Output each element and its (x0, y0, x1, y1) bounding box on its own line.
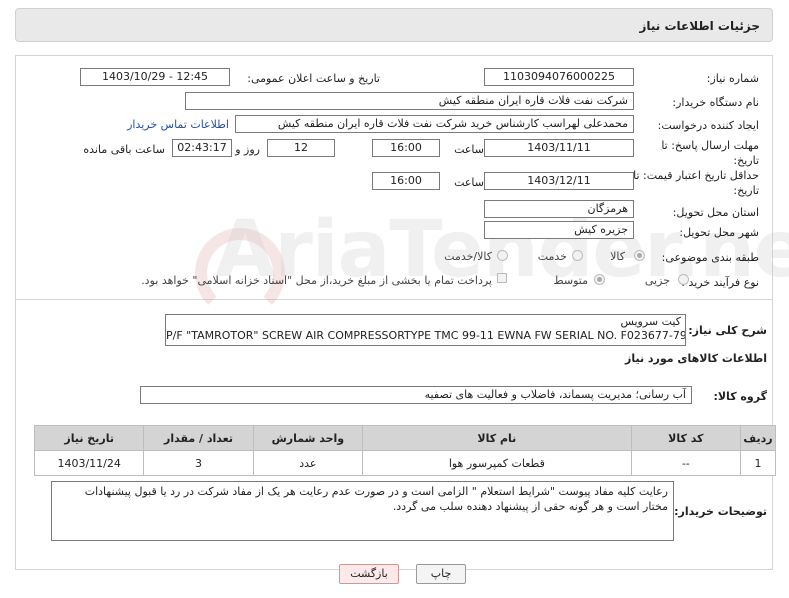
treasury-checkbox[interactable] (497, 273, 507, 283)
print-button[interactable]: چاپ (416, 564, 466, 584)
validity-date-field: 1403/12/11 (484, 172, 634, 190)
remaining-time-field: 02:43:17 (172, 139, 232, 157)
category-goods-radio[interactable] (634, 250, 645, 261)
row-index: 1 (739, 450, 777, 476)
creator-field: محمدعلی لهراسب کارشناس خرید شرکت نفت فلا… (235, 115, 634, 133)
summary-field: کیت سرویس P/F "TAMROTOR" SCREW AIR COMPR… (165, 314, 686, 346)
row-name: قطعات کمپرسور هوا (362, 450, 632, 476)
header-bar: جزئیات اطلاعات نیاز (15, 8, 773, 42)
days-field: 12 (267, 139, 335, 157)
validity-label: حداقل تاریخ اعتبار قیمت: تا تاریخ: (633, 169, 759, 197)
province-field: هرمزگان (484, 200, 634, 218)
deadline-date-field: 1403/11/11 (484, 139, 634, 157)
row-unit: عدد (252, 450, 364, 476)
category-goods-label: کالا (610, 250, 625, 263)
remaining-label: ساعت باقی مانده (83, 143, 165, 156)
row-qty: 3 (143, 450, 254, 476)
buyer-notes-label: توضیحات خریدار: (674, 505, 767, 518)
summary-line-1: کیت سرویس (620, 315, 681, 328)
page-title: جزئیات اطلاعات نیاز (639, 19, 760, 33)
deadline-time-field: 16:00 (372, 139, 440, 157)
province-label: استان محل تحویل: (672, 206, 759, 219)
col-code: کد کالا (630, 425, 741, 451)
summary-line-2: P/F "TAMROTOR" SCREW AIR COMPRESSORTYPE … (166, 329, 686, 342)
need-number-field: 1103094076000225 (484, 68, 634, 86)
announce-label: تاریخ و ساعت اعلان عمومی: (247, 72, 380, 85)
city-field: جزیره کیش (484, 221, 634, 239)
buyer-field: شرکت نفت فلات قاره ایران منطقه کیش (185, 92, 634, 110)
days-label: روز و (235, 143, 260, 156)
buyer-label: نام دستگاه خریدار: (672, 96, 759, 109)
validity-time-label: ساعت (454, 176, 484, 189)
col-name: نام کالا (362, 425, 632, 451)
process-minor-label: جزیی (644, 274, 670, 287)
back-button[interactable]: بازگشت (339, 564, 399, 584)
deadline-label: مهلت ارسال پاسخ: تا تاریخ: (661, 139, 759, 167)
process-minor-radio[interactable] (678, 274, 689, 285)
category-label: طبقه بندی موضوعی: (661, 251, 759, 264)
city-label: شهر محل تحویل: (679, 226, 759, 239)
process-medium-radio[interactable] (594, 274, 605, 285)
goods-group-field: آب رسانی؛ مدیریت پسماند، فاضلاب و فعالیت… (140, 386, 692, 404)
category-service-radio[interactable] (572, 250, 583, 261)
row-date: 1403/11/24 (33, 450, 145, 476)
col-qty: تعداد / مقدار (143, 425, 254, 451)
row-code: -- (630, 450, 741, 476)
category-both-label: کالا/خدمت (444, 250, 492, 263)
contact-buyer-link[interactable]: اطلاعات تماس خریدار (127, 118, 229, 131)
summary-label: شرح کلی نیاز: (688, 324, 767, 337)
col-unit: واحد شمارش (252, 425, 364, 451)
validity-time-field: 16:00 (372, 172, 440, 190)
creator-label: ایجاد کننده درخواست: (657, 119, 759, 132)
payment-note: پرداخت تمام یا بخشی از مبلغ خرید،از محل … (141, 274, 492, 287)
col-date: تاریخ نیاز (33, 425, 145, 451)
category-service-label: خدمت (537, 250, 567, 263)
table-row: 1 -- قطعات کمپرسور هوا عدد 3 1403/11/24 (33, 450, 777, 476)
goods-group-label: گروه کالا: (713, 390, 767, 403)
goods-table: ردیف کد کالا نام کالا واحد شمارش تعداد /… (33, 425, 777, 476)
category-both-radio[interactable] (497, 250, 508, 261)
need-number-label: شماره نیاز: (706, 72, 759, 85)
buyer-notes-field: رعایت کلیه مفاد پیوست "شرایط استعلام " ا… (51, 481, 674, 541)
process-label: نوع فرآیند خرید : (681, 276, 759, 289)
goods-section-title: اطلاعات کالاهای مورد نیاز (625, 352, 767, 365)
col-index: ردیف (739, 425, 777, 451)
goods-table-header: ردیف کد کالا نام کالا واحد شمارش تعداد /… (33, 425, 777, 451)
announce-field: 1403/10/29 - 12:45 (80, 68, 230, 86)
deadline-time-label: ساعت (454, 143, 484, 156)
process-medium-label: متوسط (553, 274, 588, 287)
